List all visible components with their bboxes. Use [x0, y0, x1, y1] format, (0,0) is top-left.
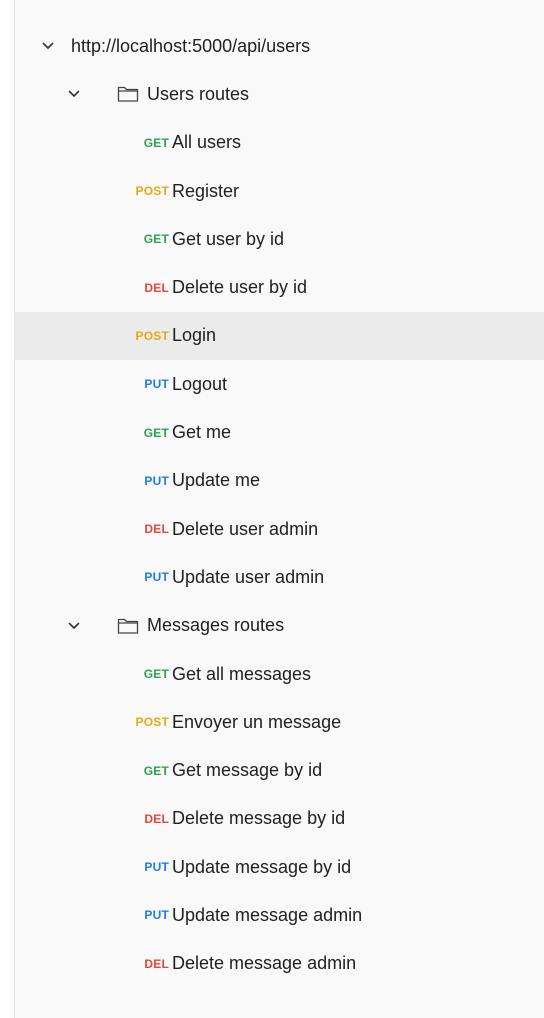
collection-root-label: http://localhost:5000/api/users — [71, 35, 311, 56]
request-item[interactable]: POST Register — [15, 167, 544, 215]
request-item[interactable]: DEL Delete message by id — [15, 795, 544, 843]
request-label: Update user admin — [172, 566, 325, 587]
request-item[interactable]: GET Get all messages — [15, 650, 544, 698]
method-badge: GET — [143, 232, 169, 247]
request-item[interactable]: PUT Logout — [15, 360, 544, 408]
method-badge: GET — [143, 667, 169, 681]
method-badge: DEL — [144, 280, 169, 295]
request-item[interactable]: PUT Update message by id — [15, 843, 544, 891]
request-item[interactable]: PUT Update user admin — [15, 553, 544, 601]
request-label: Get message by id — [172, 760, 323, 781]
method-badge: GET — [143, 763, 169, 778]
request-label: Register — [172, 180, 240, 201]
method-badge: DEL — [144, 811, 169, 826]
method-badge: POST — [135, 715, 169, 730]
folder-label: Users routes — [147, 83, 250, 104]
method-badge: PUT — [144, 473, 169, 488]
request-label: Delete message by id — [172, 808, 346, 829]
method-badge: GET — [143, 135, 169, 150]
request-item[interactable]: POST Envoyer un message — [15, 698, 544, 746]
request-item[interactable]: PUT Update message admin — [15, 891, 544, 939]
request-item[interactable]: DEL Delete message admin — [15, 940, 544, 988]
request-item[interactable]: DEL Delete user admin — [15, 505, 544, 553]
request-label: Get all messages — [172, 663, 312, 684]
request-label: Get me — [172, 422, 232, 443]
request-label: Update message admin — [172, 904, 363, 925]
request-label: Delete message admin — [172, 953, 357, 974]
request-item[interactable]: DEL Delete user by id — [15, 263, 544, 311]
request-item[interactable]: GET Get message by id — [15, 746, 544, 794]
method-badge: POST — [135, 328, 169, 343]
chevron-down-icon[interactable] — [39, 37, 57, 55]
request-label: Logout — [172, 373, 228, 394]
folder-messages-routes[interactable]: Messages routes — [15, 602, 544, 650]
request-label: All users — [172, 132, 242, 153]
request-label: Login — [172, 325, 217, 346]
request-label: Delete user by id — [172, 277, 308, 298]
folder-icon — [117, 617, 139, 635]
request-label: Get user by id — [172, 228, 285, 249]
method-badge: GET — [143, 425, 169, 440]
request-item[interactable]: GET All users — [15, 119, 544, 167]
method-badge: PUT — [144, 570, 169, 585]
request-label: Update message by id — [172, 856, 352, 877]
method-badge: PUT — [144, 377, 169, 392]
request-item[interactable]: GET Get user by id — [15, 215, 544, 263]
method-badge: PUT — [144, 908, 169, 923]
method-badge: DEL — [144, 522, 169, 537]
collection-tree: http://localhost:5000/api/users Users ro… — [15, 22, 544, 988]
method-badge: PUT — [144, 860, 169, 875]
chevron-down-icon[interactable] — [65, 617, 83, 635]
folder-label: Messages routes — [147, 615, 285, 636]
request-label: Delete user admin — [172, 518, 319, 539]
collection-sidebar: http://localhost:5000/api/users Users ro… — [14, 0, 544, 1018]
request-label: Update me — [172, 470, 261, 491]
request-item[interactable]: GET Get me — [15, 408, 544, 456]
request-item[interactable]: PUT Update me — [15, 457, 544, 505]
method-badge: DEL — [144, 956, 169, 971]
request-item-selected[interactable]: POST Login — [15, 311, 544, 361]
folder-icon — [117, 85, 139, 103]
chevron-down-icon[interactable] — [65, 85, 83, 103]
folder-users-routes[interactable]: Users routes — [15, 70, 544, 118]
method-badge: POST — [135, 184, 169, 199]
request-label: Envoyer un message — [172, 711, 342, 732]
collection-root[interactable]: http://localhost:5000/api/users — [15, 22, 544, 70]
